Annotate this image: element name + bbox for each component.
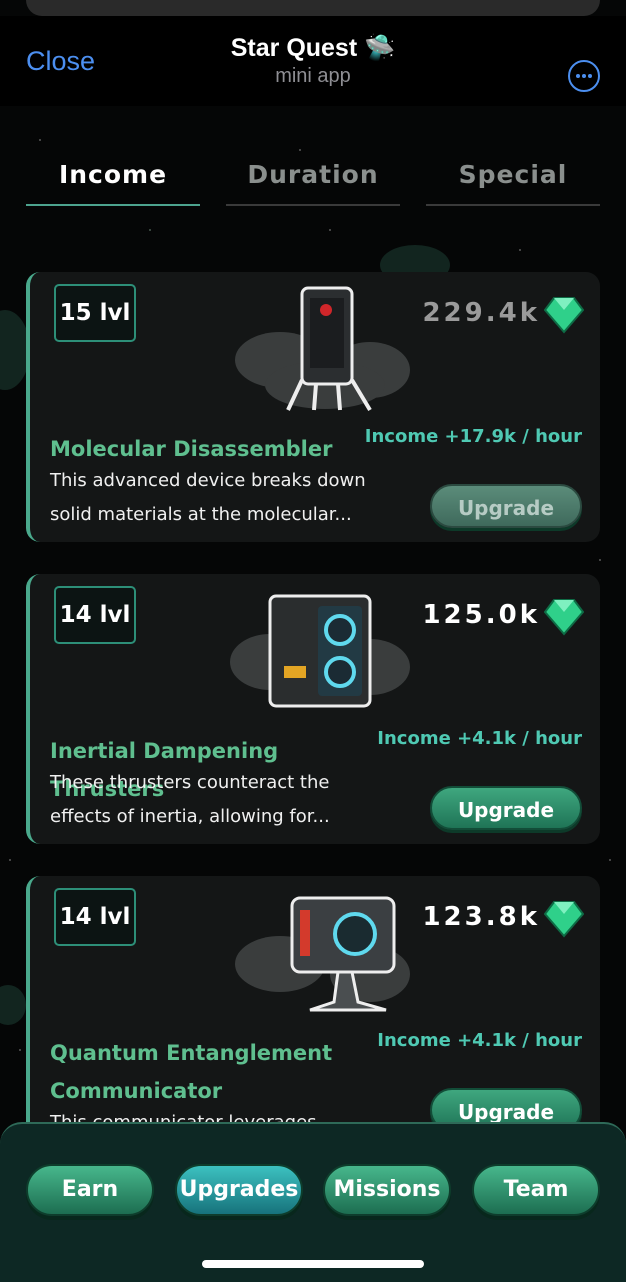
app-subtitle: mini app — [275, 65, 351, 87]
upgrade-button[interactable]: Upgrade — [430, 786, 582, 830]
tab-duration[interactable]: Duration — [226, 160, 400, 206]
nav-team-button[interactable]: Team — [472, 1164, 600, 1216]
nav-missions-button[interactable]: Missions — [323, 1164, 451, 1216]
upgrade-card: 15 lvl 229.4k Income +17.9k / hour Molec… — [26, 272, 600, 542]
price-value: 123.8k — [422, 902, 540, 932]
nav-upgrades-button[interactable]: Upgrades — [175, 1164, 303, 1216]
gem-icon — [544, 599, 584, 636]
upgrade-button[interactable]: Upgrade — [430, 484, 582, 528]
ellipsis-circle-icon[interactable] — [568, 60, 600, 92]
tab-underline — [26, 204, 200, 206]
app-title: Star Quest 🛸 — [230, 34, 396, 62]
item-description: These thrusters counteract the effects o… — [50, 772, 330, 827]
item-description: This advanced device breaks down solid m… — [50, 470, 366, 525]
bottom-nav: Earn Upgrades Missions Team — [0, 1122, 626, 1282]
inertial-dampening-thrusters-image — [230, 594, 410, 708]
level-badge: 14 lvl — [54, 586, 136, 644]
income-rate: Income +4.1k / hour — [377, 728, 582, 749]
tab-underline — [226, 204, 400, 206]
income-rate: Income +4.1k / hour — [377, 1030, 582, 1051]
item-name: Quantum Entanglement Communicator — [50, 1041, 333, 1103]
upgrade-card: 14 lvl 123.8k Income +4.1k / hour Quantu… — [26, 876, 600, 1146]
tab-label: Income — [58, 160, 168, 189]
home-indicator — [202, 1260, 424, 1268]
upgrade-card: 14 lvl 125.0k Income +4.1k / hour Inerti… — [26, 574, 600, 844]
income-rate: Income +17.9k / hour — [364, 426, 582, 447]
molecular-disassembler-image — [235, 286, 410, 412]
app-header: Close Star Quest 🛸 mini app — [0, 16, 626, 106]
top-handle — [26, 0, 600, 16]
item-name: Molecular Disassembler — [50, 437, 333, 461]
price-value: 125.0k — [422, 600, 540, 630]
tab-income[interactable]: Income — [26, 160, 200, 206]
tab-underline — [426, 204, 600, 206]
title-block: Star Quest 🛸 mini app — [0, 34, 626, 88]
level-badge: 15 lvl — [54, 284, 136, 342]
tab-special[interactable]: Special — [426, 160, 600, 206]
level-badge: 14 lvl — [54, 888, 136, 946]
nav-earn-button[interactable]: Earn — [26, 1164, 154, 1216]
gem-icon — [544, 901, 584, 938]
price-value: 229.4k — [422, 298, 540, 328]
quantum-entanglement-communicator-image — [235, 896, 410, 1012]
gem-icon — [544, 297, 584, 334]
tab-label: Special — [458, 160, 568, 189]
tab-label: Duration — [247, 160, 379, 189]
